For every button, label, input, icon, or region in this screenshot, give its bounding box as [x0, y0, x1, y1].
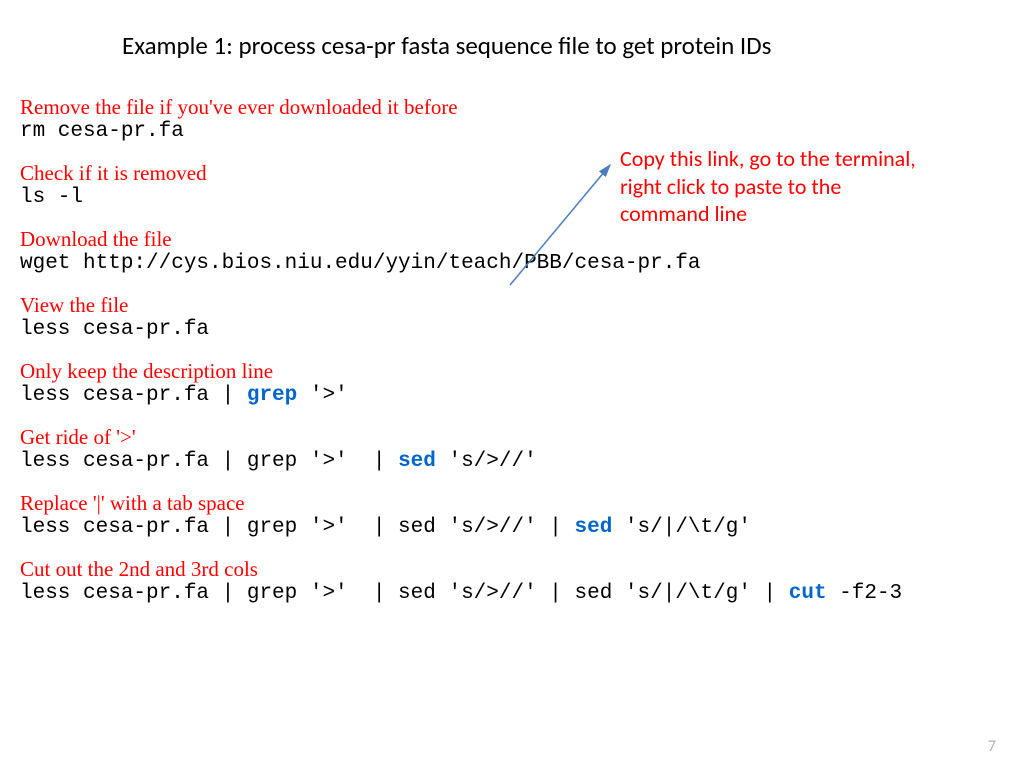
cmd-pre: less cesa-pr.fa | grep '>' | sed 's/>//'… [20, 582, 789, 605]
cmd-pre: less cesa-pr.fa | grep '>' | [20, 450, 398, 473]
step-desc: Cut out the 2nd and 3rd cols [20, 557, 1004, 582]
step-cmd: less cesa-pr.fa | grep '>' | sed 's/>//'… [20, 582, 1004, 605]
step-desc: Remove the file if you've ever downloade… [20, 95, 1004, 120]
step-desc: Download the file [20, 227, 1004, 252]
step-cmd: less cesa-pr.fa [20, 318, 1004, 341]
cmd-pre: less cesa-pr.fa | [20, 384, 247, 407]
slide-title: Example 1: process cesa-pr fasta sequenc… [122, 30, 771, 61]
step-desc: Get ride of '>' [20, 425, 1004, 450]
step-cmd: less cesa-pr.fa | grep '>' [20, 384, 1004, 407]
callout-text: Copy this link, go to the terminal, righ… [620, 145, 930, 228]
step-cmd: less cesa-pr.fa | grep '>' | sed 's/>//'… [20, 516, 1004, 539]
keyword-sed: sed [398, 450, 436, 473]
step-desc: View the file [20, 293, 1004, 318]
step-cmd: less cesa-pr.fa | grep '>' | sed 's/>//' [20, 450, 1004, 473]
step-cmd: rm cesa-pr.fa [20, 120, 1004, 143]
keyword-cut: cut [789, 582, 827, 605]
keyword-grep: grep [247, 384, 297, 407]
step-cmd: wget http://cys.bios.niu.edu/yyin/teach/… [20, 252, 1004, 275]
cmd-post: '>' [297, 384, 347, 407]
step-desc: Replace '|' with a tab space [20, 491, 1004, 516]
cmd-pre: less cesa-pr.fa | grep '>' | sed 's/>//'… [20, 516, 575, 539]
keyword-sed: sed [575, 516, 613, 539]
page-number: 7 [988, 737, 996, 756]
cmd-post: -f2-3 [827, 582, 903, 605]
cmd-post: 's/|/\t/g' [612, 516, 751, 539]
step-desc: Only keep the description line [20, 359, 1004, 384]
cmd-post: 's/>//' [436, 450, 537, 473]
